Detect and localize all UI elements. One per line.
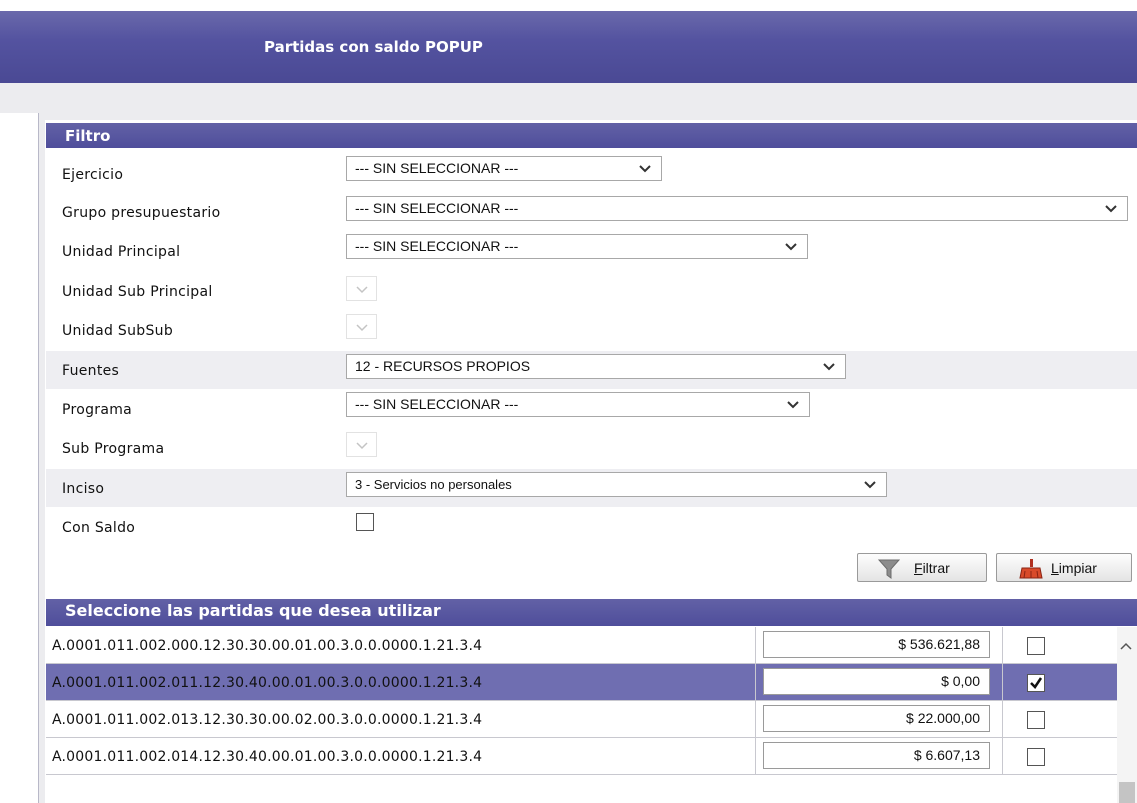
unidad-sub-principal-select[interactable]: [346, 276, 377, 301]
results-header: Seleccione las partidas que desea utiliz…: [46, 599, 1137, 626]
chevron-down-icon: [356, 285, 368, 295]
row-checkbox[interactable]: [1027, 674, 1045, 692]
column-divider: [755, 701, 756, 738]
column-divider: [1002, 701, 1003, 738]
chevron-down-icon: [1105, 204, 1117, 214]
column-divider: [1002, 627, 1003, 664]
filter-header: Filtro: [46, 123, 1137, 148]
amount-field[interactable]: $ 6.607,13: [763, 742, 990, 769]
inciso-select[interactable]: 3 - Servicios no personales: [346, 472, 887, 497]
con-saldo-checkbox[interactable]: [356, 513, 374, 531]
amount-field[interactable]: $ 22.000,00: [763, 705, 990, 732]
partida-code: A.0001.011.002.000.12.30.30.00.01.00.3.0…: [52, 638, 483, 654]
filtrar-button[interactable]: Filtrar: [857, 553, 987, 582]
programa-select[interactable]: --- SIN SELECCIONAR ---: [346, 392, 810, 417]
limpiar-label: Limpiar: [1051, 560, 1097, 576]
amount-field[interactable]: $ 536.621,88: [763, 631, 990, 658]
chevron-down-icon: [787, 400, 799, 410]
row-con-saldo: Con Saldo: [46, 507, 1137, 547]
top-spacer: [0, 83, 1137, 113]
popup-window: Partidas con saldo POPUP Filtro Ejercici…: [0, 0, 1137, 803]
funnel-icon: [877, 559, 901, 582]
table-row[interactable]: A.0001.011.002.000.12.30.30.00.01.00.3.0…: [46, 627, 1126, 664]
unidad-sub-principal-label: Unidad Sub Principal: [62, 284, 213, 300]
title-bar: Partidas con saldo POPUP: [0, 11, 1137, 83]
unidad-principal-select[interactable]: --- SIN SELECCIONAR ---: [346, 234, 808, 259]
unidad-subsub-select[interactable]: [346, 314, 377, 339]
unidad-principal-label: Unidad Principal: [62, 244, 181, 260]
column-divider: [755, 627, 756, 664]
inciso-value: 3 - Servicios no personales: [355, 477, 512, 492]
limpiar-button[interactable]: Limpiar: [996, 553, 1132, 582]
checkmark-icon: [1030, 677, 1043, 689]
partida-code: A.0001.011.002.011.12.30.40.00.01.00.3.0…: [52, 675, 483, 691]
row-unidad-sub-principal: Unidad Sub Principal: [46, 271, 1137, 311]
row-sub-programa: Sub Programa: [46, 429, 1137, 469]
programa-value: --- SIN SELECCIONAR ---: [355, 396, 519, 412]
chevron-down-icon: [356, 323, 368, 333]
chevron-down-icon: [639, 164, 651, 174]
table-row[interactable]: A.0001.011.002.014.12.30.40.00.01.00.3.0…: [46, 738, 1126, 775]
grupo-value: --- SIN SELECCIONAR ---: [355, 200, 519, 216]
ejercicio-value: --- SIN SELECCIONAR ---: [355, 160, 519, 176]
chevron-down-icon: [864, 480, 876, 490]
chevron-down-icon: [356, 441, 368, 451]
vertical-scrollbar[interactable]: [1117, 627, 1137, 803]
sub-programa-label: Sub Programa: [62, 441, 165, 457]
row-checkbox[interactable]: [1027, 637, 1045, 655]
unidad-principal-value: --- SIN SELECCIONAR ---: [355, 238, 519, 254]
column-divider: [755, 738, 756, 775]
grupo-label: Grupo presupuestario: [62, 205, 221, 221]
row-checkbox[interactable]: [1027, 748, 1045, 766]
scrollbar-thumb[interactable]: [1119, 782, 1135, 803]
chevron-down-icon: [785, 242, 797, 252]
chevron-down-icon: [823, 362, 835, 372]
fuentes-select[interactable]: 12 - RECURSOS PROPIOS: [346, 354, 846, 379]
filtrar-label: Filtrar: [914, 560, 950, 576]
column-divider: [755, 664, 756, 701]
column-divider: [1002, 664, 1003, 701]
partida-code: A.0001.011.002.014.12.30.40.00.01.00.3.0…: [52, 749, 483, 765]
fuentes-label: Fuentes: [62, 363, 120, 379]
row-unidad-subsub: Unidad SubSub: [46, 311, 1137, 351]
window-title: Partidas con saldo POPUP: [264, 38, 483, 56]
programa-label: Programa: [62, 402, 133, 418]
ejercicio-select[interactable]: --- SIN SELECCIONAR ---: [346, 156, 662, 181]
fuentes-value: 12 - RECURSOS PROPIOS: [355, 358, 531, 374]
grupo-select[interactable]: --- SIN SELECCIONAR ---: [346, 196, 1128, 221]
ejercicio-label: Ejercicio: [62, 167, 124, 183]
con-saldo-label: Con Saldo: [62, 520, 136, 536]
table-row[interactable]: A.0001.011.002.013.12.30.30.00.02.00.3.0…: [46, 701, 1126, 738]
row-checkbox[interactable]: [1027, 711, 1045, 729]
chevron-up-icon[interactable]: [1120, 635, 1132, 654]
broom-icon: [1019, 559, 1043, 582]
amount-field[interactable]: $ 0,00: [763, 668, 990, 695]
sub-programa-select[interactable]: [346, 432, 377, 457]
column-divider: [1002, 738, 1003, 775]
table-row[interactable]: A.0001.011.002.011.12.30.40.00.01.00.3.0…: [46, 664, 1126, 701]
inciso-label: Inciso: [62, 481, 105, 497]
unidad-subsub-label: Unidad SubSub: [62, 323, 174, 339]
partida-code: A.0001.011.002.013.12.30.30.00.02.00.3.0…: [52, 712, 483, 728]
